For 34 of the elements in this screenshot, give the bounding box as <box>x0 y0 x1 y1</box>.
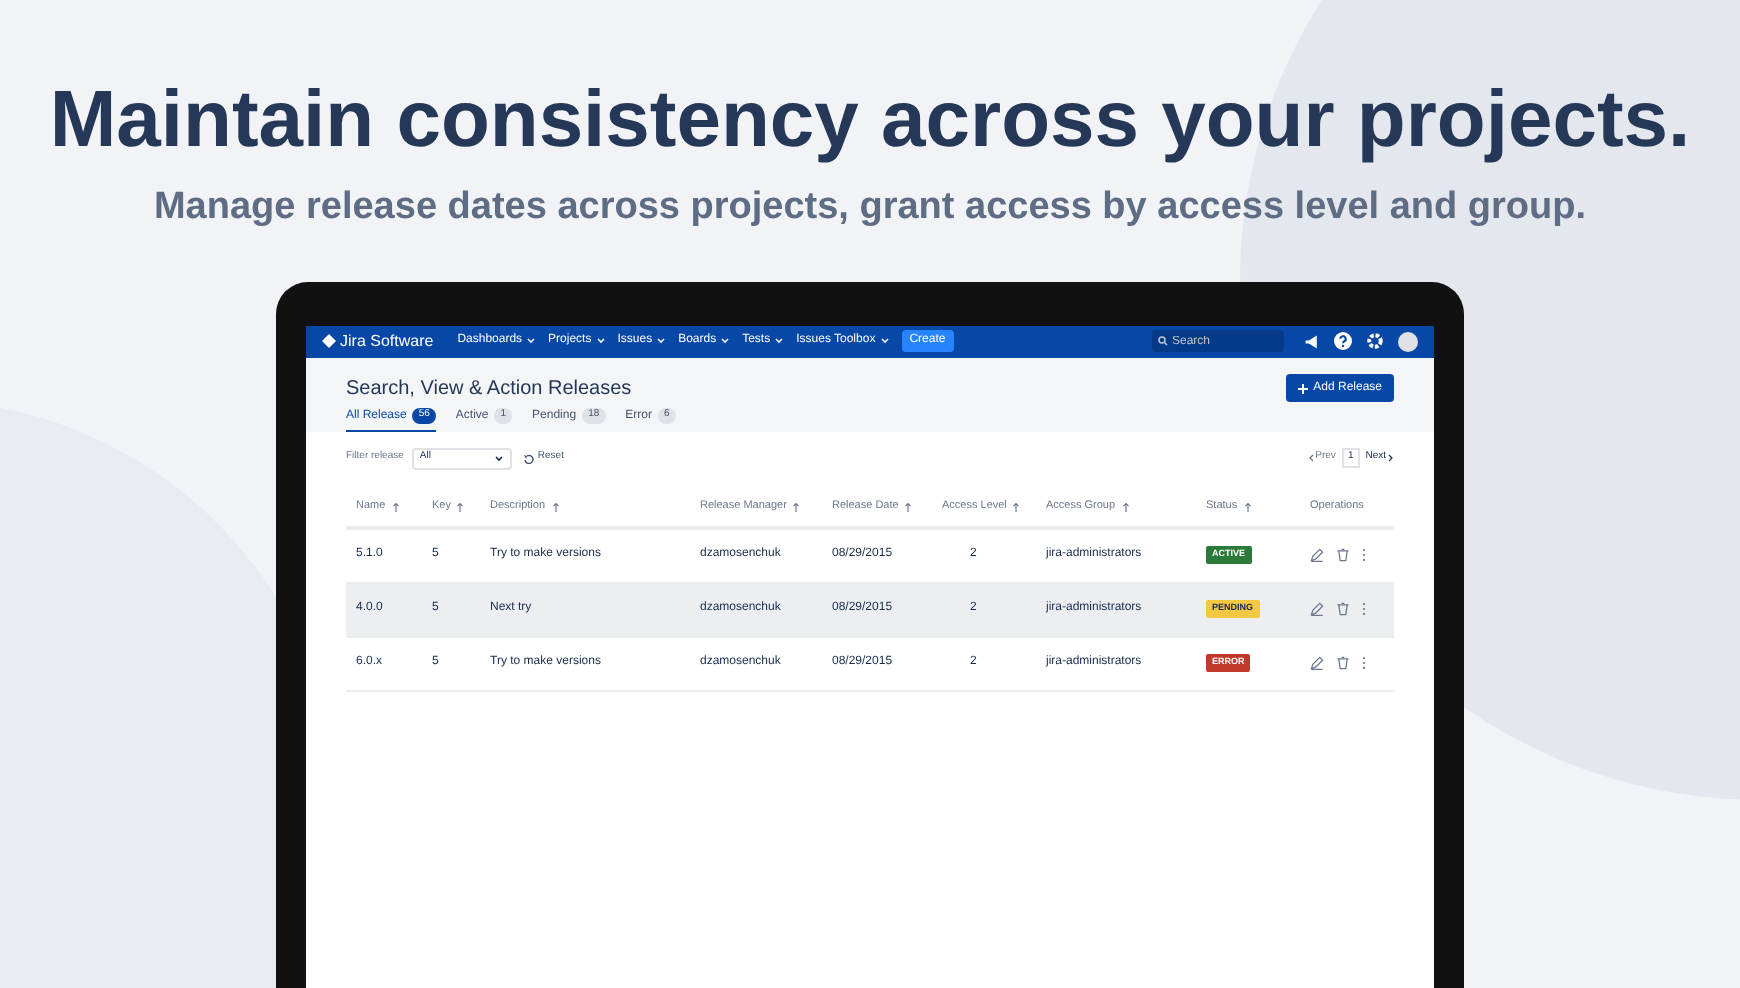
headline: Maintain consistency across your projects. <box>49 74 1691 168</box>
settings-icon[interactable] <box>1366 332 1384 350</box>
trash-icon[interactable] <box>1336 548 1350 562</box>
sort-arrow-icon[interactable] <box>456 502 465 512</box>
chevron-down-icon <box>493 453 504 463</box>
edit-icon[interactable] <box>1310 656 1324 670</box>
search-icon <box>1158 336 1168 346</box>
undo-icon <box>523 453 534 463</box>
chevron-right-icon <box>1388 454 1394 462</box>
help-icon[interactable] <box>1334 332 1352 350</box>
edit-icon[interactable] <box>1310 548 1324 562</box>
plus-icon <box>1297 383 1308 393</box>
sort-arrow-icon[interactable] <box>1243 502 1252 512</box>
chevron-down-icon <box>720 336 731 346</box>
sort-arrow-icon[interactable] <box>391 502 400 512</box>
edit-icon[interactable] <box>1310 602 1324 616</box>
trash-icon[interactable] <box>1336 602 1350 616</box>
subheadline: Manage release dates across projects, grant access by access level and group. <box>153 184 1587 232</box>
sort-arrow-icon[interactable] <box>904 502 913 512</box>
app-logo: Jira Software <box>340 329 434 353</box>
sort-arrow-icon[interactable] <box>1121 502 1130 512</box>
sort-arrow-icon[interactable] <box>792 502 801 512</box>
page-title: Search, View & Action Releases <box>346 375 632 403</box>
chevron-down-icon <box>595 336 606 346</box>
chevron-down-icon <box>774 336 785 346</box>
chevron-down-icon <box>526 336 537 346</box>
sort-arrow-icon[interactable] <box>551 502 560 512</box>
diamond-logo-icon <box>322 334 336 348</box>
chevron-down-icon <box>656 336 667 346</box>
chevron-down-icon <box>879 336 890 346</box>
trash-icon[interactable] <box>1336 656 1350 670</box>
chevron-left-icon <box>1307 454 1314 462</box>
sort-arrow-icon[interactable] <box>1012 502 1021 512</box>
avatar-icon[interactable] <box>1398 331 1418 351</box>
